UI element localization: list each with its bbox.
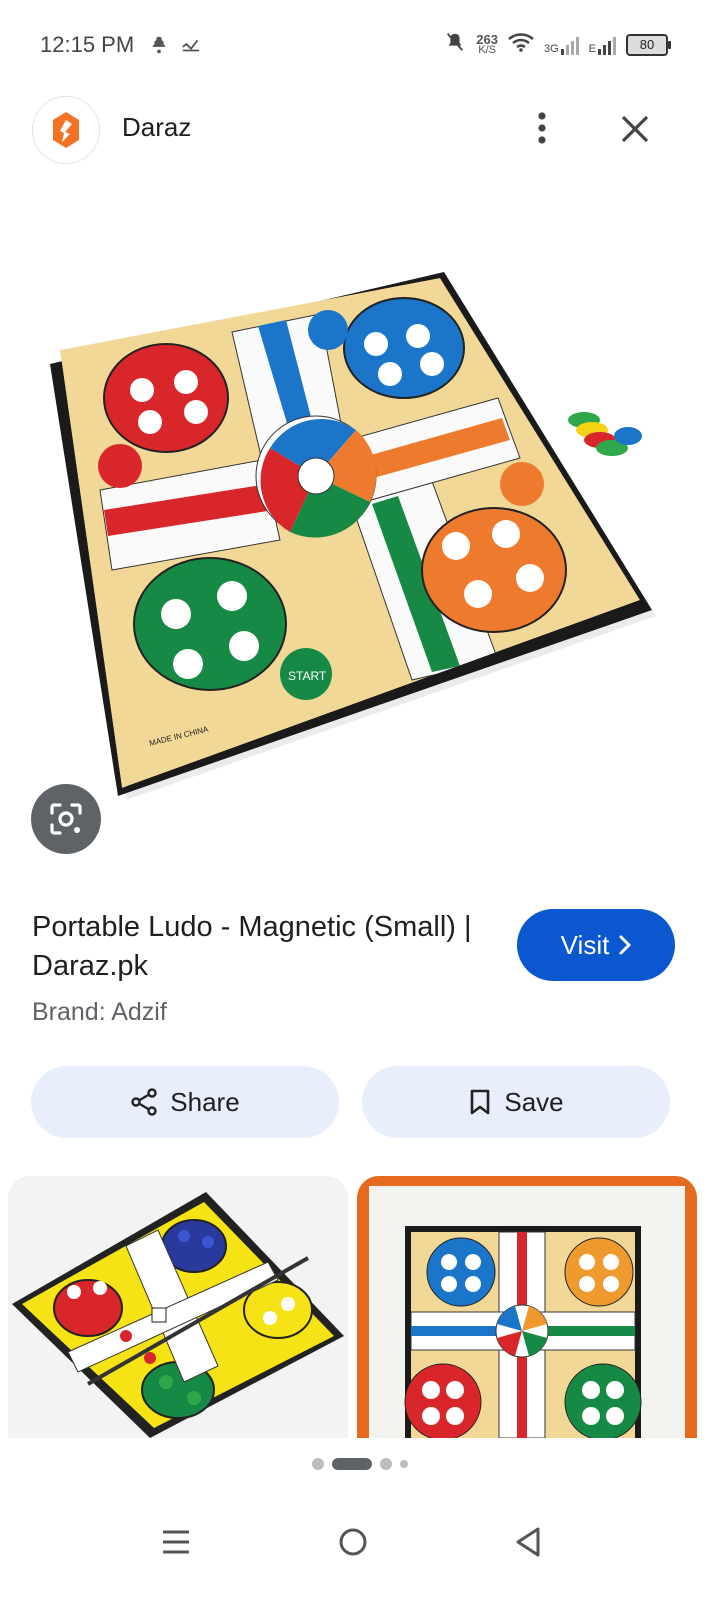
pager-dot	[312, 1458, 324, 1470]
status-icons-right: 263 K/S 3G E 80	[444, 30, 671, 59]
pager-dot-active	[332, 1458, 372, 1470]
brand-text: Brand: Adzif	[32, 998, 167, 1026]
bookmark-icon	[471, 1089, 490, 1115]
product-image[interactable]: START MADE IN CHINA	[0, 240, 720, 820]
daraz-logo	[32, 96, 100, 164]
ludo-pieces	[568, 412, 642, 456]
home-button[interactable]	[323, 1512, 383, 1572]
visit-button[interactable]: Visit	[517, 909, 675, 981]
lens-icon	[50, 803, 82, 835]
share-label: Share	[170, 1086, 240, 1117]
share-icon	[131, 1088, 157, 1116]
close-icon	[621, 115, 649, 143]
app-bar: Daraz	[0, 92, 720, 168]
mute-icon	[444, 30, 466, 59]
signal-icon: 3G	[544, 35, 579, 55]
start-label: START	[288, 669, 327, 683]
recents-button[interactable]	[146, 1512, 206, 1572]
network-type-2: E	[588, 42, 596, 55]
daraz-logo-icon	[53, 112, 79, 148]
battery-icon: 80	[626, 33, 671, 56]
save-label: Save	[504, 1086, 564, 1117]
back-icon	[516, 1527, 540, 1557]
related-image-1[interactable]	[8, 1176, 348, 1438]
app-title: Daraz	[122, 112, 192, 142]
pager-dot	[380, 1458, 392, 1470]
visit-label: Visit	[560, 929, 610, 960]
battery-level: 80	[639, 37, 655, 52]
google-lens-button[interactable]	[31, 784, 101, 854]
net-speed: 263 K/S	[476, 33, 498, 56]
save-button[interactable]: Save	[362, 1066, 670, 1138]
system-navigation-bar	[0, 1488, 720, 1600]
notification-icon	[148, 34, 170, 61]
ludo-thumbnail-2	[357, 1176, 697, 1438]
ludo-board-illustration: START MADE IN CHINA	[50, 272, 656, 800]
back-button[interactable]	[498, 1512, 558, 1572]
more-vert-icon	[538, 112, 546, 144]
status-bar: 12:15 PM 263 K/S 3G E 80	[0, 0, 720, 92]
product-title: Portable Ludo - Magnetic (Small) | Daraz…	[32, 911, 472, 982]
close-button[interactable]	[612, 106, 658, 152]
related-image-2[interactable]	[357, 1176, 697, 1438]
share-button[interactable]: Share	[31, 1066, 339, 1138]
status-time: 12:15 PM	[40, 32, 135, 57]
missed-call-icon	[180, 34, 202, 61]
signal-icon-2: E	[589, 35, 616, 55]
pager-dot	[400, 1460, 408, 1468]
wifi-icon	[508, 32, 534, 57]
network-type-1: 3G	[543, 42, 559, 55]
ludo-thumbnail-1	[12, 1192, 344, 1438]
net-speed-unit: K/S	[478, 43, 496, 56]
home-icon	[339, 1528, 367, 1556]
menu-icon	[163, 1530, 189, 1554]
more-options-button[interactable]	[522, 106, 562, 150]
chevron-right-icon	[619, 935, 631, 955]
image-pager	[0, 1456, 720, 1472]
status-icons-left	[148, 34, 202, 61]
